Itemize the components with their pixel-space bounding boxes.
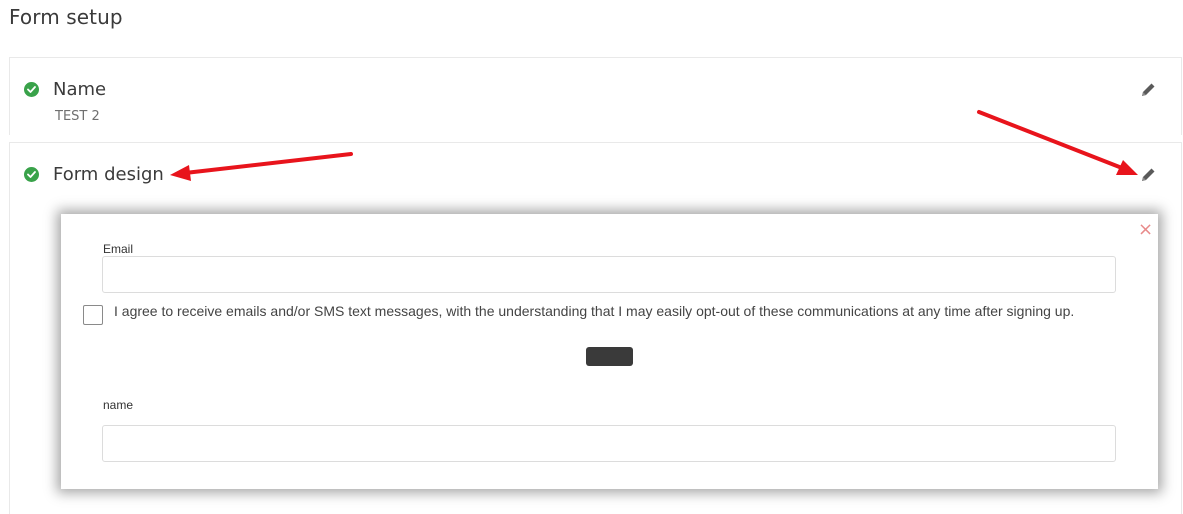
consent-text: I agree to receive emails and/or SMS tex… bbox=[114, 303, 1075, 319]
page-title: Form setup bbox=[9, 5, 123, 29]
edit-name-button[interactable] bbox=[1139, 81, 1159, 101]
consent-checkbox[interactable] bbox=[83, 305, 103, 325]
submit-button[interactable] bbox=[586, 347, 633, 366]
edit-form-design-button[interactable] bbox=[1139, 166, 1159, 186]
check-circle-icon bbox=[24, 82, 39, 97]
name-section: Name TEST 2 bbox=[9, 57, 1182, 135]
section-title-name: Name bbox=[53, 79, 107, 100]
close-icon[interactable]: × bbox=[1138, 219, 1153, 240]
pencil-icon bbox=[1142, 168, 1155, 181]
section-value-name: TEST 2 bbox=[55, 109, 100, 124]
pencil-icon bbox=[1142, 83, 1155, 96]
check-circle-icon bbox=[24, 167, 39, 182]
name-label: name bbox=[103, 398, 134, 412]
form-preview: × Email I agree to receive emails and/or… bbox=[61, 214, 1158, 489]
email-label: Email bbox=[103, 242, 134, 256]
section-title-form-design: Form design bbox=[53, 164, 164, 185]
name-input[interactable] bbox=[102, 425, 1116, 462]
email-input[interactable] bbox=[102, 256, 1116, 293]
